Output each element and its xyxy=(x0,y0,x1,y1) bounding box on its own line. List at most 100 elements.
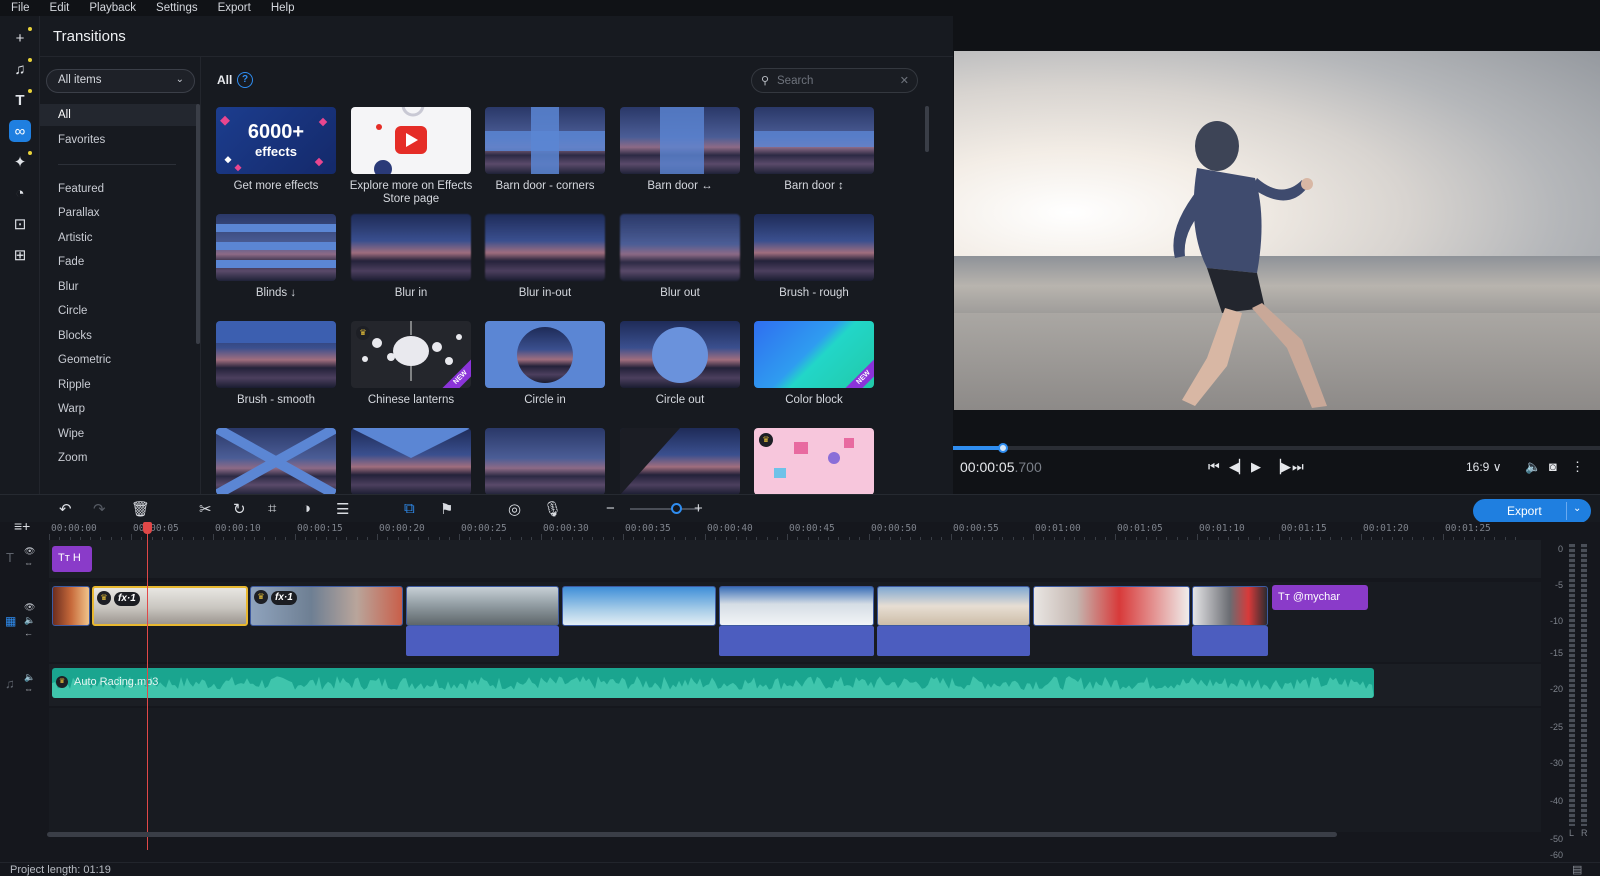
category-blocks[interactable]: Blocks xyxy=(40,325,198,347)
video-clip[interactable] xyxy=(719,586,874,626)
color-adjust-icon[interactable]: ◑ xyxy=(302,500,311,517)
skip-to-end-icon[interactable]: ⏭ xyxy=(1292,459,1304,475)
category-all[interactable]: All xyxy=(40,104,198,126)
redo-icon[interactable]: ↷ xyxy=(93,500,106,518)
tile-promo-small: effects xyxy=(255,144,297,159)
next-frame-icon[interactable]: ▕▶ xyxy=(1271,459,1291,475)
menu-playback[interactable]: Playback xyxy=(78,0,145,16)
preview-scrub-handle[interactable] xyxy=(998,443,1008,453)
music-icon[interactable]: ♫ xyxy=(9,58,32,80)
zoom-in-icon[interactable]: + xyxy=(694,500,703,517)
video-clip[interactable] xyxy=(877,586,1030,626)
text-clip[interactable]: Tт @mychar xyxy=(1272,585,1368,610)
record-screen-icon[interactable]: ◎ xyxy=(508,500,521,518)
rotate-icon[interactable]: ↻ xyxy=(233,500,246,518)
playhead-handle[interactable] xyxy=(143,522,152,534)
preview-scrub-track[interactable] xyxy=(953,446,1600,450)
add-media-icon[interactable]: + xyxy=(9,27,32,49)
tile-partial[interactable] xyxy=(485,428,605,494)
category-featured[interactable]: Featured xyxy=(40,178,198,200)
tile-partial[interactable] xyxy=(620,428,740,494)
clip-audio-wave[interactable] xyxy=(877,626,1030,656)
time-ruler[interactable]: 00:00:00 00:00:05 00:00:10 00:00:15 00:00:20… xyxy=(49,522,1541,540)
link-icon[interactable]: ⇔ xyxy=(24,684,33,694)
mute-icon[interactable]: 🔈 xyxy=(24,615,35,626)
menu-edit[interactable]: Edit xyxy=(39,0,79,16)
play-icon[interactable]: ▶ xyxy=(1251,459,1261,475)
marker-flag-icon[interactable]: ⚑ xyxy=(440,500,453,518)
more-tools-icon[interactable]: ⊞ xyxy=(9,244,31,266)
menu-export[interactable]: Export xyxy=(207,0,260,16)
video-clip[interactable] xyxy=(406,586,559,626)
category-ripple[interactable]: Ripple xyxy=(40,374,198,396)
video-clip[interactable] xyxy=(562,586,716,626)
category-dropdown[interactable]: All items ⌄ xyxy=(46,69,195,93)
category-artistic[interactable]: Artistic xyxy=(40,227,198,249)
mute-icon[interactable]: 🔈 xyxy=(24,672,35,683)
video-clip[interactable] xyxy=(1033,586,1190,626)
category-parallax[interactable]: Parallax xyxy=(40,202,198,224)
timeline-scrollbar[interactable] xyxy=(47,832,1337,837)
visibility-eye-icon[interactable]: 👁 xyxy=(24,546,35,557)
filters-icon[interactable]: ◔ xyxy=(9,182,31,204)
transitions-icon[interactable]: ∞ xyxy=(9,120,31,142)
layout-icon[interactable]: ▤ xyxy=(1572,863,1582,876)
category-fade[interactable]: Fade xyxy=(40,251,198,273)
category-geometric[interactable]: Geometric xyxy=(40,349,198,371)
menu-settings[interactable]: Settings xyxy=(145,0,207,16)
help-icon[interactable]: ? xyxy=(237,72,253,88)
zoom-slider-handle[interactable] xyxy=(671,503,682,514)
video-clip[interactable]: ♛ fx·1 xyxy=(250,586,403,626)
menu-help[interactable]: Help xyxy=(260,0,304,16)
category-blur[interactable]: Blur xyxy=(40,276,198,298)
detach-audio-icon[interactable]: ← xyxy=(24,628,33,638)
aspect-ratio-dropdown[interactable]: 16:9 ∨ xyxy=(1466,460,1501,474)
audio-clip[interactable]: ♛ Auto Racing.mp3 xyxy=(52,668,1374,698)
tool-rail: + ♫ T ∞ ✦ ◔ ⊡ ⊞ xyxy=(0,16,40,494)
clip-audio-wave[interactable] xyxy=(406,626,559,656)
clip-properties-icon[interactable]: ☰ xyxy=(336,500,349,518)
category-favorites[interactable]: Favorites xyxy=(40,129,198,151)
link-icon[interactable]: ⇔ xyxy=(24,558,33,568)
clear-search-icon[interactable]: ✕ xyxy=(900,74,909,87)
overlay-icon[interactable]: ⧉ xyxy=(404,500,415,517)
chevron-down-icon[interactable]: ⌄ xyxy=(1573,503,1581,514)
zoom-out-icon[interactable]: − xyxy=(606,500,615,517)
cut-icon[interactable]: ✂ xyxy=(199,500,212,518)
add-track-icon[interactable]: ≡+ xyxy=(14,518,30,534)
crop-icon[interactable]: ⌗ xyxy=(268,500,276,517)
magic-wand-icon[interactable]: ✦ xyxy=(9,151,32,173)
skip-to-start-icon[interactable]: ⏮ xyxy=(1208,459,1220,475)
snapshot-icon[interactable]: ◙ xyxy=(1549,459,1557,474)
video-clip[interactable] xyxy=(52,586,90,626)
previous-frame-icon[interactable]: ◀▏ xyxy=(1229,459,1249,475)
visibility-eye-icon[interactable]: 👁 xyxy=(24,602,35,613)
tile-partial[interactable] xyxy=(216,428,336,494)
tile-partial[interactable]: ♛ xyxy=(754,428,874,494)
category-warp[interactable]: Warp xyxy=(40,398,198,420)
video-clip[interactable] xyxy=(1192,586,1268,626)
category-zoom[interactable]: Zoom xyxy=(40,447,198,469)
meter-db-label: -25 xyxy=(1549,722,1563,732)
title-clip[interactable]: Tт H xyxy=(52,546,92,572)
search-input[interactable] xyxy=(777,73,897,89)
menu-file[interactable]: File xyxy=(0,0,39,16)
clip-audio-wave[interactable] xyxy=(719,626,874,656)
tile-thumbnail xyxy=(485,321,605,388)
zoom-slider[interactable] xyxy=(630,508,700,510)
export-button[interactable]: Export ⌄ xyxy=(1473,499,1591,523)
category-wipe[interactable]: Wipe xyxy=(40,423,198,445)
text-icon[interactable]: T xyxy=(9,89,32,111)
stickers-icon[interactable]: ⊡ xyxy=(9,213,31,235)
microphone-icon[interactable]: 🎙 xyxy=(543,500,562,518)
video-clip-selected[interactable]: ♛ fx·1 xyxy=(92,586,248,626)
more-options-icon[interactable]: ⋮ xyxy=(1571,459,1584,475)
tile-partial[interactable] xyxy=(351,428,471,494)
grid-scrollbar[interactable] xyxy=(925,106,929,152)
undo-icon[interactable]: ↶ xyxy=(59,500,72,518)
category-circle[interactable]: Circle xyxy=(40,300,198,322)
clip-audio-wave[interactable] xyxy=(1192,626,1268,656)
delete-icon[interactable]: 🗑 xyxy=(131,500,150,518)
video-preview[interactable] xyxy=(954,51,1600,410)
volume-icon[interactable]: 🔈 xyxy=(1525,459,1541,475)
